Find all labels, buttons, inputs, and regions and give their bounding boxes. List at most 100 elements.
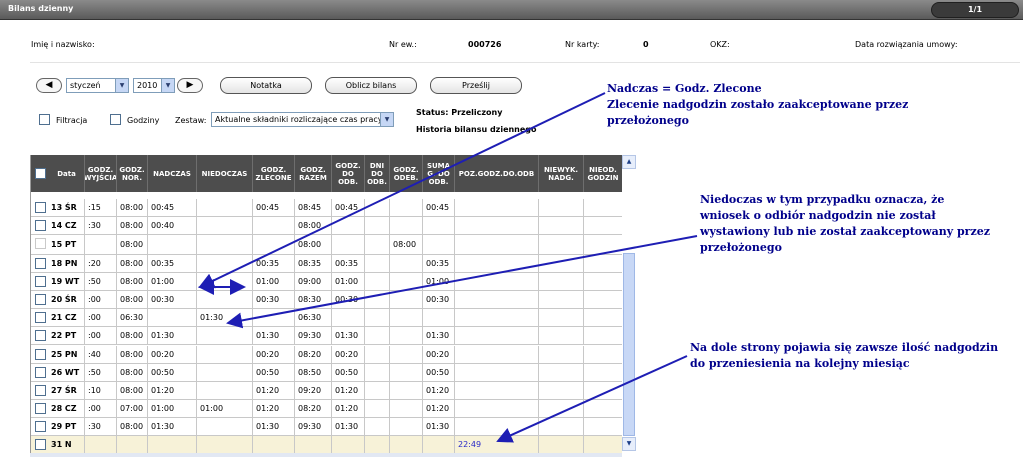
- table-row[interactable]: 28 CZ:00 07:00 01:00 01:00 01:20 08:20 01:20 01…: [31, 400, 622, 418]
- table-cell: [117, 436, 148, 454]
- chevron-down-icon: ▼: [115, 79, 128, 92]
- table-row[interactable]: 19 WT:50 08:00 01:00 01:00 09:00 01:00 01:00: [31, 273, 622, 291]
- table-cell: 01:20: [332, 400, 365, 418]
- table-cell: 01:20: [332, 382, 365, 400]
- table-cell: [253, 436, 295, 454]
- table-cell: [423, 436, 455, 454]
- table-cell: 09:30: [295, 418, 332, 436]
- table-cell: [584, 327, 622, 345]
- note-button[interactable]: Notatka: [220, 77, 312, 94]
- zestaw-select[interactable]: Aktualne składniki rozliczające czas pra…: [211, 112, 394, 127]
- cell-day: 15 PT: [31, 235, 85, 255]
- annotation-line: do przeniesienia na kolejny miesiąc: [690, 357, 910, 370]
- next-month-button[interactable]: ▶: [177, 78, 203, 93]
- godziny-checkbox[interactable]: [110, 114, 121, 125]
- table-cell: 08:00: [117, 273, 148, 291]
- filtracja-checkbox[interactable]: [39, 114, 50, 125]
- table-cell: [197, 382, 253, 400]
- cell-day: 27 ŚR: [31, 382, 85, 400]
- column-header: GODZ. ZLECONE: [253, 155, 295, 192]
- nr-ew-value: 000726: [468, 40, 502, 49]
- table-row[interactable]: 26 WT:50 08:00 00:50 00:50 08:50 00:50 00:50: [31, 364, 622, 382]
- table-cell: 00:20: [148, 346, 197, 364]
- table-cell: 09:30: [295, 327, 332, 345]
- table-row[interactable]: 31 N 22:49: [31, 436, 622, 454]
- table-horizontal-scrollbar[interactable]: [30, 453, 622, 457]
- table-cell: [365, 199, 390, 217]
- table-row[interactable]: 21 CZ:00 06:30 01:30 06:30: [31, 309, 622, 327]
- table-cell: [584, 217, 622, 235]
- table-cell: [423, 217, 455, 235]
- table-cell: [365, 346, 390, 364]
- annotation-line: Nadczas = Godz. Zlecone: [607, 82, 762, 95]
- table-cell: [584, 346, 622, 364]
- table-cell: [584, 291, 622, 309]
- table-cell: [455, 364, 539, 382]
- table-cell: 06:30: [117, 309, 148, 327]
- table-cell: :30: [85, 217, 117, 235]
- table-row[interactable]: 20 ŚR:00 08:00 00:30 00:30 08:30 00:30 00:30: [31, 291, 622, 309]
- cell-day: 29 PT: [31, 418, 85, 436]
- table-cell: [390, 382, 423, 400]
- scroll-thumb[interactable]: [623, 253, 635, 436]
- column-header: GODZ. WYJŚCIA: [85, 155, 117, 192]
- table-cell: 01:30: [332, 327, 365, 345]
- month-select[interactable]: styczeń ▼: [66, 78, 129, 93]
- cell-day: 13 ŚR: [31, 199, 85, 217]
- table-cell: [539, 364, 584, 382]
- send-button[interactable]: Prześlij: [430, 77, 522, 94]
- table-cell: 22:49: [455, 436, 539, 454]
- table-cell: [584, 255, 622, 273]
- table-row[interactable]: 29 PT:30 08:00 01:30 01:30 09:30 01:30 01:30: [31, 418, 622, 436]
- table-vertical-scrollbar[interactable]: ▲ ▼: [622, 155, 636, 457]
- table-cell: 08:00: [295, 235, 332, 255]
- table-cell: 08:00: [117, 235, 148, 255]
- history-link[interactable]: Historia bilansu dziennego: [416, 125, 537, 134]
- table-row[interactable]: 22 PT:00 08:00 01:30 01:30 09:30 01:30 01:30: [31, 327, 622, 345]
- table-row[interactable]: 18 PN:20 08:00 00:35 00:35 08:35 00:35 00:35: [31, 255, 622, 273]
- window-titlebar: Bilans dzienny 1/1: [0, 0, 1023, 20]
- table-cell: 09:20: [295, 382, 332, 400]
- scroll-up-icon[interactable]: ▲: [622, 155, 636, 169]
- year-select[interactable]: 2010 ▼: [133, 78, 175, 93]
- table-cell: 00:40: [148, 217, 197, 235]
- table-cell: 08:35: [295, 255, 332, 273]
- table-cell: [390, 273, 423, 291]
- table-row[interactable]: 14 CZ:30 08:00 00:40 08:00: [31, 217, 622, 235]
- nr-karty-value: 0: [643, 40, 649, 49]
- table-cell: 01:20: [423, 382, 455, 400]
- table-cell: [390, 309, 423, 327]
- table-cell: [455, 273, 539, 291]
- table-cell: [390, 291, 423, 309]
- table-cell: [332, 235, 365, 255]
- annotation-line: przełożonego: [607, 114, 689, 127]
- table-row[interactable]: 25 PN:40 08:00 00:20 00:20 08:20 00:20 00:20: [31, 346, 622, 364]
- header-divider: [30, 62, 1020, 63]
- table-cell: [85, 436, 117, 454]
- table-cell: [584, 382, 622, 400]
- column-header: GODZ. ODEB.: [390, 155, 423, 192]
- table-cell: [197, 436, 253, 454]
- table-cell: 08:00: [117, 364, 148, 382]
- calculate-balance-button[interactable]: Oblicz bilans: [325, 77, 417, 94]
- table-cell: [539, 235, 584, 255]
- select-all-checkbox[interactable]: [35, 168, 46, 179]
- table-row[interactable]: 27 ŚR:10 08:00 01:20 01:20 09:20 01:20 01:20: [31, 382, 622, 400]
- prev-month-button[interactable]: ◀: [36, 78, 62, 93]
- cell-day: 26 WT: [31, 364, 85, 382]
- table-cell: [539, 346, 584, 364]
- table-cell: 08:30: [295, 291, 332, 309]
- table-cell: [365, 382, 390, 400]
- zestaw-select-value: Aktualne składniki rozliczające czas pra…: [215, 115, 383, 124]
- cell-day: 18 PN: [31, 255, 85, 273]
- table-row[interactable]: 15 PT 08:00 08:00 08:00: [31, 235, 622, 255]
- scroll-down-icon[interactable]: ▼: [622, 437, 636, 451]
- table-cell: :10: [85, 382, 117, 400]
- nr-ew-label: Nr ew.:: [389, 40, 417, 49]
- table-cell: 08:20: [295, 400, 332, 418]
- table-cell: :20: [85, 255, 117, 273]
- table-row[interactable]: 13 ŚR:15 08:00 00:45 00:45 08:45 00:45 00:45: [31, 199, 622, 217]
- table-cell: 01:30: [197, 309, 253, 327]
- table-cell: 00:20: [332, 346, 365, 364]
- table-cell: 01:00: [148, 273, 197, 291]
